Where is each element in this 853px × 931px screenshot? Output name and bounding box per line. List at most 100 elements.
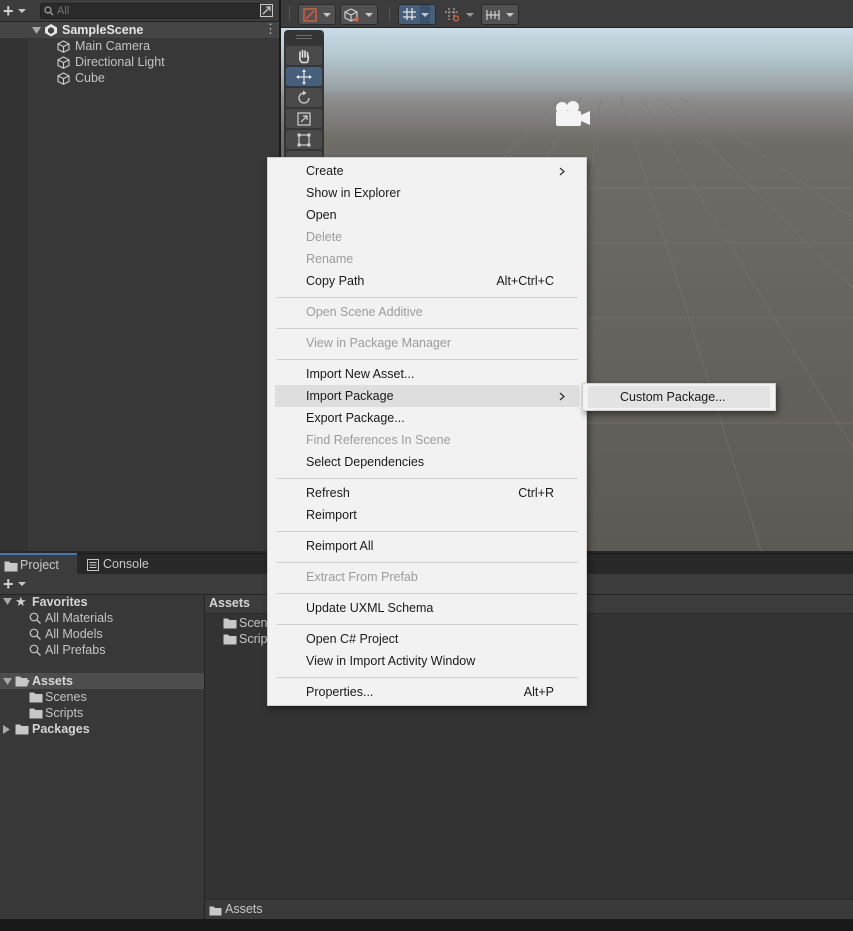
chevron-down-icon [17, 582, 26, 586]
menu-item-label: Refresh [306, 486, 350, 500]
menu-item-label: Extract From Prefab [306, 570, 418, 584]
draw-mode-button[interactable] [340, 4, 378, 25]
status-bar [0, 919, 853, 931]
shaded-cube-icon [344, 7, 359, 22]
menu-separator [277, 531, 578, 532]
search-icon [29, 644, 41, 656]
hierarchy-gutter [0, 22, 28, 551]
favorites-label: Favorites [32, 595, 88, 609]
search-icon [29, 612, 41, 624]
kebab-menu-icon[interactable]: ⋮ [264, 22, 277, 35]
menu-item-reimport[interactable]: Reimport [275, 504, 579, 526]
move-icon [296, 68, 312, 85]
folder-icon [15, 724, 29, 735]
menu-item-show-in-explorer[interactable]: Show in Explorer [275, 182, 579, 204]
menu-item-import-package[interactable]: Import Package [275, 385, 579, 407]
expand-arrow-icon[interactable] [3, 678, 12, 685]
gameobject-cube-icon [57, 56, 70, 69]
scale-tool-button[interactable] [286, 109, 322, 128]
hierarchy-search-input[interactable] [57, 4, 252, 18]
folder-label: Scenes [45, 690, 87, 704]
scene-toolbar [281, 0, 853, 28]
hand-tool-button[interactable] [286, 46, 322, 65]
menu-separator [277, 478, 578, 479]
folder-icon [209, 906, 222, 916]
menu-item-export-package[interactable]: Export Package... [275, 407, 579, 429]
assets-tree-row[interactable]: Assets [0, 673, 204, 689]
menu-item-import-new-asset[interactable]: Import New Asset... [275, 363, 579, 385]
render-layers-button[interactable] [481, 4, 519, 25]
menu-item-open[interactable]: Open [275, 204, 579, 226]
gizmo-orientation-icon [303, 7, 317, 22]
menu-item-label: Show in Explorer [306, 186, 401, 200]
gizmo-orientation-button[interactable] [298, 4, 336, 25]
console-icon [87, 559, 99, 571]
hierarchy-add-button[interactable]: + [3, 2, 31, 20]
hierarchy-search-field[interactable] [40, 3, 261, 19]
hierarchy-scene-row[interactable]: SampleScene ⋮ [0, 22, 279, 38]
plus-icon: + [3, 574, 14, 594]
menu-separator [277, 593, 578, 594]
scale-icon [297, 111, 311, 126]
favorites-row[interactable]: ★ Favorites [0, 594, 204, 610]
menu-item-delete: Delete [275, 226, 579, 248]
path-bar-label[interactable]: Assets [225, 902, 263, 916]
menu-item-open-scene-additive: Open Scene Additive [275, 301, 579, 323]
assets-header-label: Assets [209, 596, 250, 610]
expand-arrow-icon[interactable] [3, 598, 12, 605]
grid-snapping-dropdown[interactable] [420, 5, 430, 24]
menu-item-label: Find References In Scene [306, 433, 451, 447]
expand-arrow-icon[interactable] [32, 27, 41, 34]
menu-item-select-dependencies[interactable]: Select Dependencies [275, 451, 579, 473]
drag-handle[interactable] [296, 38, 312, 39]
menu-item-view-in-import-activity-window[interactable]: View in Import Activity Window [275, 650, 579, 672]
drag-handle[interactable] [296, 35, 312, 36]
menu-item-view-in-package-manager: View in Package Manager [275, 332, 579, 354]
toolbar-separator [389, 6, 390, 21]
menu-item-label: View in Package Manager [306, 336, 451, 350]
scene-name: SampleScene [62, 23, 144, 37]
menu-item-refresh[interactable]: Refresh Ctrl+R [275, 482, 579, 504]
menu-item-properties[interactable]: Properties... Alt+P [275, 681, 579, 703]
asset-item-label: Scen [239, 616, 268, 630]
collapse-arrow-icon[interactable] [3, 725, 10, 734]
grid-snapping-button[interactable] [398, 4, 436, 25]
chevron-right-icon [559, 167, 565, 176]
menu-item-find-references-in-scene: Find References In Scene [275, 429, 579, 451]
menu-item-update-uxml-schema[interactable]: Update UXML Schema [275, 597, 579, 619]
menu-item-extract-from-prefab: Extract From Prefab [275, 566, 579, 588]
menu-item-create[interactable]: Create [275, 160, 579, 182]
increment-snap-button[interactable] [440, 4, 478, 25]
packages-tree-row[interactable]: Packages [0, 721, 204, 737]
hierarchy-item-label: Directional Light [75, 55, 165, 69]
menu-item-label: Copy Path [306, 274, 365, 288]
rect-tool-button[interactable] [286, 130, 322, 149]
menu-separator [277, 297, 578, 298]
tab-project[interactable]: Project [0, 553, 77, 576]
menu-item-rename: Rename [275, 248, 579, 270]
menu-item-label: Custom Package... [620, 390, 726, 404]
tab-console[interactable]: Console [86, 554, 156, 575]
favorites-item-label: All Models [45, 627, 103, 641]
menu-separator [277, 328, 578, 329]
menu-item-custom-package[interactable]: Custom Package... [588, 386, 770, 408]
tab-label: Console [103, 557, 149, 571]
menu-item-open-csharp-project[interactable]: Open C# Project [275, 628, 579, 650]
menu-item-copy-path[interactable]: Copy Path Alt+Ctrl+C [275, 270, 579, 292]
search-mode-icon[interactable] [260, 4, 273, 17]
hierarchy-toolbar: + [0, 0, 279, 22]
rotate-tool-button[interactable] [286, 88, 322, 107]
project-add-button[interactable]: + [3, 574, 31, 594]
folder-open-icon [15, 676, 30, 687]
gameobject-cube-icon [57, 72, 70, 85]
menu-separator [277, 624, 578, 625]
favorites-item-label: All Materials [45, 611, 114, 625]
chevron-down-icon [421, 12, 429, 17]
chevron-down-icon [466, 12, 474, 17]
menu-item-label: Update UXML Schema [306, 601, 434, 615]
move-tool-button[interactable] [286, 67, 322, 86]
menu-item-reimport-all[interactable]: Reimport All [275, 535, 579, 557]
ruler-icon [486, 9, 500, 20]
folder-label: Scripts [45, 706, 84, 720]
camera-gizmo-icon [556, 101, 590, 126]
